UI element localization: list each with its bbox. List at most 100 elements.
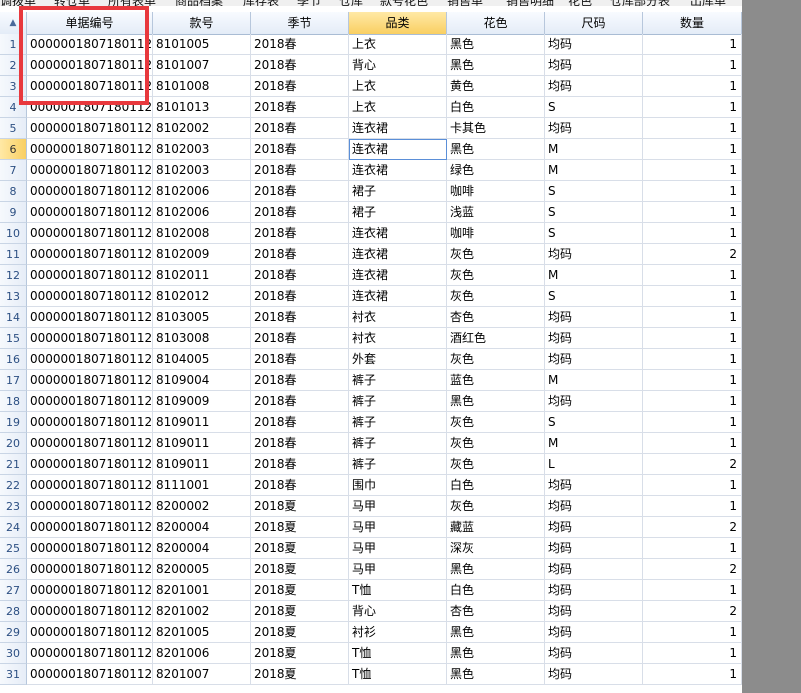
table-cell[interactable]: 黑色 (447, 559, 545, 580)
table-cell[interactable]: 均码 (545, 76, 643, 97)
row-number[interactable]: 30 (0, 643, 27, 664)
sheet-tab[interactable]: 季节 (297, 0, 321, 6)
table-cell[interactable]: 黑色 (447, 34, 545, 55)
table-cell[interactable]: 1 (643, 475, 742, 496)
table-cell[interactable]: 1 (643, 328, 742, 349)
row-number[interactable]: 31 (0, 664, 27, 685)
table-cell[interactable]: 2018夏 (251, 622, 349, 643)
row-number[interactable]: 7 (0, 160, 27, 181)
table-cell[interactable]: 2 (643, 244, 742, 265)
table-cell[interactable]: 2 (643, 559, 742, 580)
table-cell[interactable]: 灰色 (447, 496, 545, 517)
table-cell[interactable]: 均码 (545, 391, 643, 412)
sheet-tab[interactable]: 出库单 (690, 0, 726, 6)
table-cell[interactable]: 2018春 (251, 97, 349, 118)
table-cell[interactable]: 均码 (545, 517, 643, 538)
table-cell[interactable]: 均码 (545, 580, 643, 601)
table-cell[interactable]: 8111001 (153, 475, 251, 496)
table-cell[interactable]: L (545, 454, 643, 475)
table-cell[interactable]: 0000001807180112 (27, 433, 153, 454)
table-cell[interactable]: 2018春 (251, 328, 349, 349)
row-number[interactable]: 17 (0, 370, 27, 391)
table-cell[interactable]: 2018夏 (251, 538, 349, 559)
table-cell[interactable]: 8109011 (153, 454, 251, 475)
table-cell[interactable]: 马甲 (349, 496, 447, 517)
table-cell[interactable]: 1 (643, 286, 742, 307)
table-cell[interactable]: S (545, 286, 643, 307)
table-cell[interactable]: 均码 (545, 622, 643, 643)
table-cell[interactable]: 2018春 (251, 391, 349, 412)
table-cell[interactable]: M (545, 370, 643, 391)
table-cell[interactable]: 2018春 (251, 454, 349, 475)
table-cell[interactable]: T恤 (349, 643, 447, 664)
table-cell[interactable]: 1 (643, 349, 742, 370)
table-cell[interactable]: 均码 (545, 643, 643, 664)
table-cell[interactable]: 黑色 (447, 55, 545, 76)
table-cell[interactable]: 1 (643, 223, 742, 244)
row-number[interactable]: 27 (0, 580, 27, 601)
table-cell[interactable]: 均码 (545, 244, 643, 265)
table-cell[interactable]: 0000001807180112 (27, 55, 153, 76)
table-cell[interactable]: 2018夏 (251, 664, 349, 685)
table-cell[interactable]: 1 (643, 622, 742, 643)
table-cell[interactable]: 0000001807180112 (27, 517, 153, 538)
sheet-tab[interactable]: 调拨单 (0, 0, 36, 6)
table-cell[interactable]: 0000001807180112 (27, 454, 153, 475)
table-cell[interactable]: 杏色 (447, 601, 545, 622)
table-cell[interactable]: 0000001807180112 (27, 328, 153, 349)
row-number[interactable]: 12 (0, 265, 27, 286)
table-cell[interactable]: 8201006 (153, 643, 251, 664)
table-cell[interactable]: 1 (643, 34, 742, 55)
table-cell[interactable]: 2 (643, 454, 742, 475)
table-cell[interactable]: 8201005 (153, 622, 251, 643)
table-cell[interactable]: 8109011 (153, 433, 251, 454)
table-cell[interactable]: 1 (643, 160, 742, 181)
row-number[interactable]: 24 (0, 517, 27, 538)
row-number[interactable]: 6 (0, 139, 27, 160)
table-cell[interactable]: 0000001807180112 (27, 475, 153, 496)
table-cell[interactable]: T恤 (349, 664, 447, 685)
column-header[interactable]: 季节 (251, 12, 349, 34)
row-number[interactable]: 16 (0, 349, 27, 370)
table-cell[interactable]: 背心 (349, 601, 447, 622)
table-cell[interactable]: 均码 (545, 538, 643, 559)
table-cell[interactable]: 8201001 (153, 580, 251, 601)
table-cell[interactable]: 马甲 (349, 559, 447, 580)
table-cell[interactable]: 8201007 (153, 664, 251, 685)
table-cell[interactable]: 黑色 (447, 622, 545, 643)
row-number[interactable]: 22 (0, 475, 27, 496)
table-cell[interactable]: 1 (643, 76, 742, 97)
table-cell[interactable]: 0000001807180112 (27, 664, 153, 685)
table-cell[interactable]: 白色 (447, 475, 545, 496)
table-cell[interactable]: 2018春 (251, 160, 349, 181)
row-number[interactable]: 4 (0, 97, 27, 118)
table-cell[interactable]: 0000001807180112 (27, 538, 153, 559)
table-cell[interactable]: 0000001807180112 (27, 202, 153, 223)
table-cell[interactable]: 上衣 (349, 76, 447, 97)
table-cell[interactable]: 黑色 (447, 643, 545, 664)
row-number[interactable]: 8 (0, 181, 27, 202)
row-number[interactable]: 14 (0, 307, 27, 328)
table-cell[interactable]: 2018夏 (251, 643, 349, 664)
table-cell[interactable]: S (545, 181, 643, 202)
table-cell[interactable]: 8200004 (153, 538, 251, 559)
table-cell[interactable]: 灰色 (447, 349, 545, 370)
table-cell[interactable]: 0000001807180112 (27, 580, 153, 601)
table-cell[interactable]: 1 (643, 181, 742, 202)
table-cell[interactable]: 围巾 (349, 475, 447, 496)
table-cell[interactable]: 均码 (545, 118, 643, 139)
table-cell[interactable]: 灰色 (447, 454, 545, 475)
table-cell[interactable]: 连衣裙 (349, 160, 447, 181)
sheet-tab[interactable]: 仓库部分表 (610, 0, 670, 6)
table-cell[interactable]: 0000001807180112 (27, 622, 153, 643)
table-cell[interactable]: 2018春 (251, 433, 349, 454)
column-header[interactable]: 尺码 (545, 12, 643, 34)
table-cell[interactable]: 藏蓝 (447, 517, 545, 538)
table-cell[interactable]: 1 (643, 118, 742, 139)
sheet-tab[interactable]: 销售明细 (506, 0, 554, 6)
row-number[interactable]: 26 (0, 559, 27, 580)
table-cell[interactable]: 1 (643, 202, 742, 223)
table-cell[interactable]: 0000001807180112 (27, 370, 153, 391)
table-cell[interactable]: 8101005 (153, 34, 251, 55)
column-header[interactable]: 单据编号 (27, 12, 153, 34)
